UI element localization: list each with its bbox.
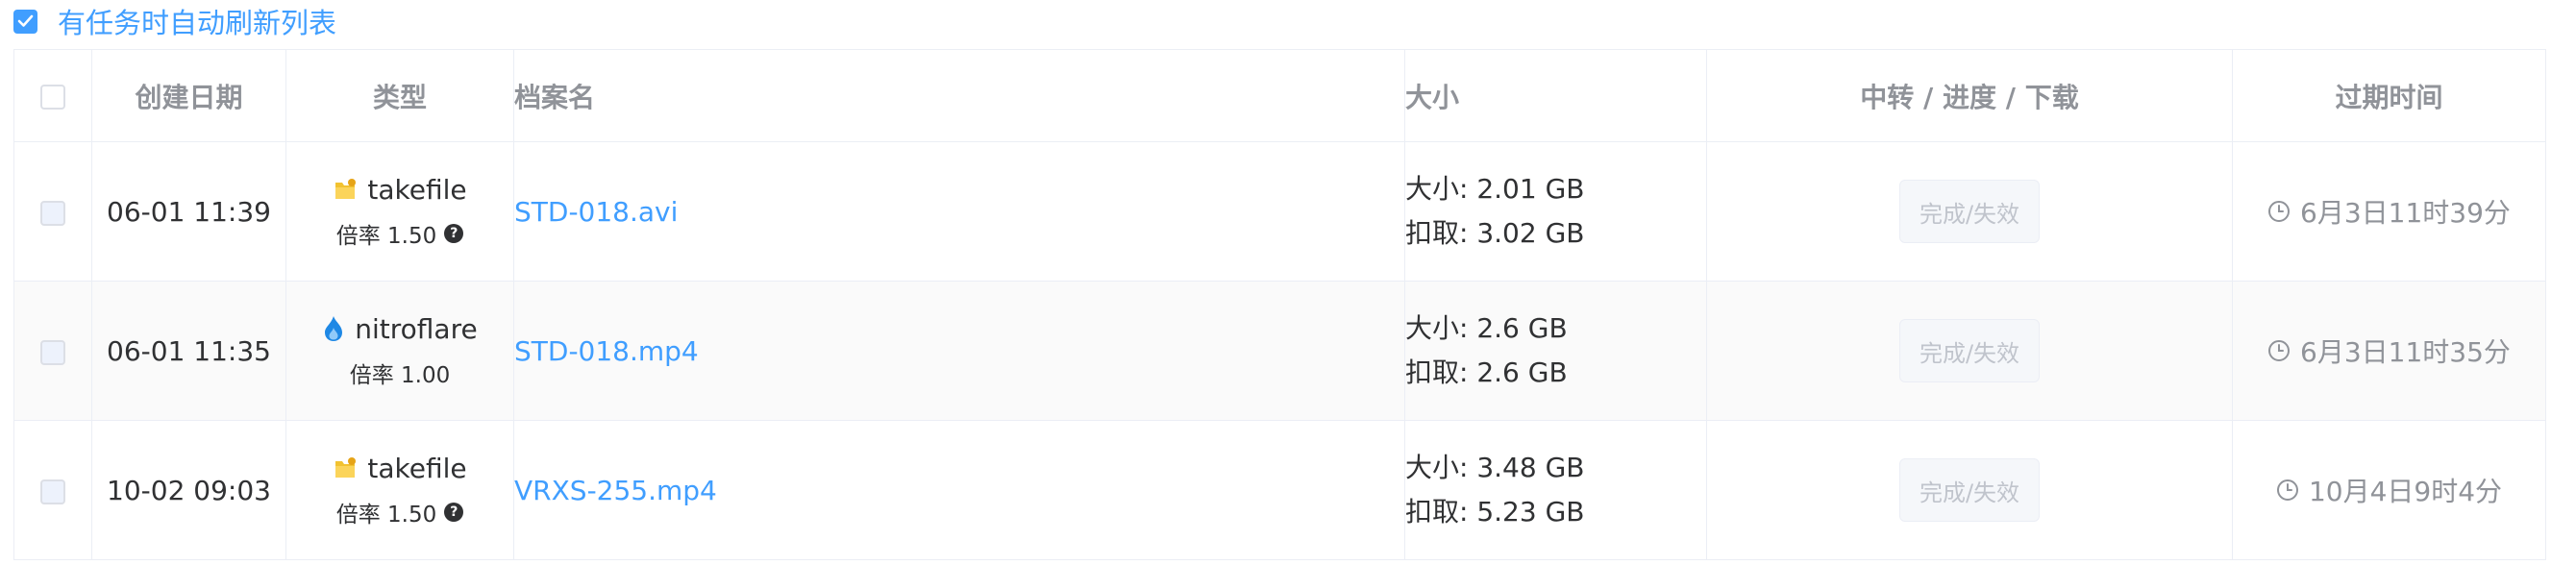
row-checkbox[interactable] [40,339,65,365]
clock-icon [2268,340,2291,361]
status-button[interactable]: 完成/失效 [1899,180,2040,243]
expire-time: 6月3日11时39分 [2267,192,2511,231]
row-type: takefile 倍率 1.50 ? [285,420,514,560]
row-date: 06-01 11:35 [91,281,286,421]
expire-text: 6月3日11时35分 [2300,336,2511,368]
expire-text: 6月3日11时39分 [2300,197,2511,229]
nitroflare-icon [325,316,343,341]
help-icon[interactable]: ? [444,502,464,522]
file-name-link[interactable]: VRXS-255.mp4 [514,475,717,506]
file-name-link[interactable]: STD-018.avi [514,196,678,228]
check-icon [17,14,34,27]
expire-time: 6月3日11时35分 [2267,332,2511,370]
row-date: 06-01 11:39 [91,141,286,282]
status-button[interactable]: 完成/失效 [1899,458,2040,522]
host-name: takefile [367,173,467,206]
file-size: 大小: 3.48 GB [1405,452,1585,483]
ratio-text: 倍率 1.50 [335,502,437,528]
ratio-text: 倍率 1.00 [349,362,451,388]
task-table: 创建日期 类型 档案名 大小 中转 / 进度 / 下载 过期时间 06-01 1… [13,49,2546,560]
table-row: 06-01 11:35 nitroflare 倍率 1.00 STD-018.m… [13,281,2546,421]
col-header-size[interactable]: 大小 [1404,49,1707,142]
help-icon[interactable]: ? [444,223,464,243]
select-all-checkbox[interactable] [40,85,65,110]
row-type: nitroflare 倍率 1.00 [285,281,514,421]
col-header-expire[interactable]: 过期时间 [2232,49,2546,142]
clock-icon [2276,479,2298,501]
col-header-date[interactable]: 创建日期 [91,49,286,142]
deducted-size: 扣取: 3.02 GB [1405,217,1585,249]
file-size: 大小: 2.01 GB [1405,173,1585,205]
deducted-size: 扣取: 2.6 GB [1405,356,1568,388]
deducted-size: 扣取: 5.23 GB [1405,496,1585,528]
host-name: takefile [367,452,467,484]
auto-refresh-toggle[interactable]: 有任务时自动刷新列表 [13,2,336,40]
row-type: takefile 倍率 1.50 ? [285,141,514,282]
expire-text: 10月4日9时4分 [2308,476,2503,507]
table-header: 创建日期 类型 档案名 大小 中转 / 进度 / 下载 过期时间 [13,49,2546,142]
col-header-type[interactable]: 类型 [285,49,514,142]
auto-refresh-checkbox[interactable] [13,9,37,34]
table-row: 06-01 11:39 takefile 倍率 1.50 ? STD-018.a… [13,141,2546,282]
file-size: 大小: 2.6 GB [1405,312,1568,344]
col-header-filename[interactable]: 档案名 [513,49,1405,142]
ratio-text: 倍率 1.50 [335,223,437,249]
status-button[interactable]: 完成/失效 [1899,319,2040,382]
select-all-cell [13,49,92,142]
row-checkbox[interactable] [40,479,65,504]
clock-icon [2268,201,2291,222]
col-header-progress[interactable]: 中转 / 进度 / 下载 [1706,49,2233,142]
table-row: 10-02 09:03 takefile 倍率 1.50 ? VRXS-255.… [13,420,2546,560]
row-checkbox[interactable] [40,200,65,226]
host-name: nitroflare [355,312,478,345]
takefile-icon [335,179,357,199]
auto-refresh-label: 有任务时自动刷新列表 [58,7,337,39]
takefile-icon [335,457,357,478]
file-name-link[interactable]: STD-018.mp4 [514,335,699,367]
row-date: 10-02 09:03 [91,420,286,560]
expire-time: 10月4日9时4分 [2276,471,2502,509]
